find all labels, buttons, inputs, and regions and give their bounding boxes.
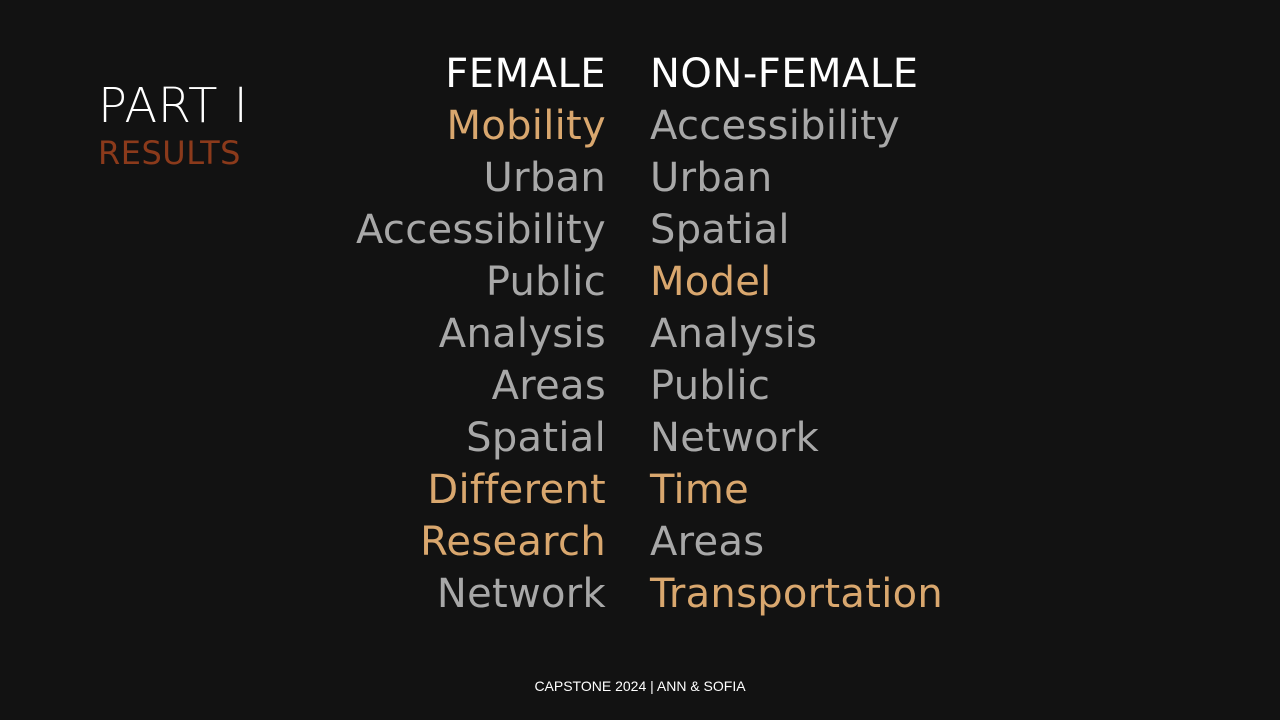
female-word-7: Spatial — [466, 415, 606, 461]
female-word-9: Research — [420, 519, 606, 565]
female-word-3: Accessibility — [355, 207, 606, 253]
female-word-5: Analysis — [438, 311, 606, 357]
female-word-1: Mobility — [446, 103, 606, 149]
non-female-word-3: Spatial — [650, 207, 790, 253]
title-block: PART I RESULTS — [98, 78, 248, 172]
part-subtitle: RESULTS — [98, 134, 241, 172]
female-word-10: Network — [436, 571, 606, 617]
female-column: FEMALE Mobility Urban Accessibility Publ… — [286, 48, 606, 620]
female-word-4: Public — [485, 259, 606, 305]
slide: PART I RESULTS FEMALE Mobility Urban Acc… — [0, 0, 1280, 720]
non-female-word-4: Model — [650, 259, 772, 305]
non-female-column-header: NON-FEMALE — [650, 51, 919, 97]
non-female-word-8: Time — [650, 467, 750, 513]
non-female-column: NON-FEMALE Accessibility Urban Spatial M… — [650, 48, 970, 620]
non-female-word-6: Public — [650, 363, 771, 409]
non-female-word-5: Analysis — [650, 311, 818, 357]
non-female-word-10: Transportation — [650, 571, 944, 617]
part-title: PART I — [98, 78, 249, 134]
female-word-6: Areas — [491, 363, 606, 409]
female-word-8: Different — [427, 467, 606, 513]
footer-credit: CAPSTONE 2024 | ANN & SOFIA — [534, 678, 746, 694]
female-column-header: FEMALE — [445, 51, 606, 97]
non-female-word-1: Accessibility — [650, 103, 901, 149]
non-female-word-9: Areas — [650, 519, 765, 565]
female-word-2: Urban — [483, 155, 606, 201]
non-female-word-7: Network — [650, 415, 820, 461]
non-female-word-2: Urban — [650, 155, 773, 201]
